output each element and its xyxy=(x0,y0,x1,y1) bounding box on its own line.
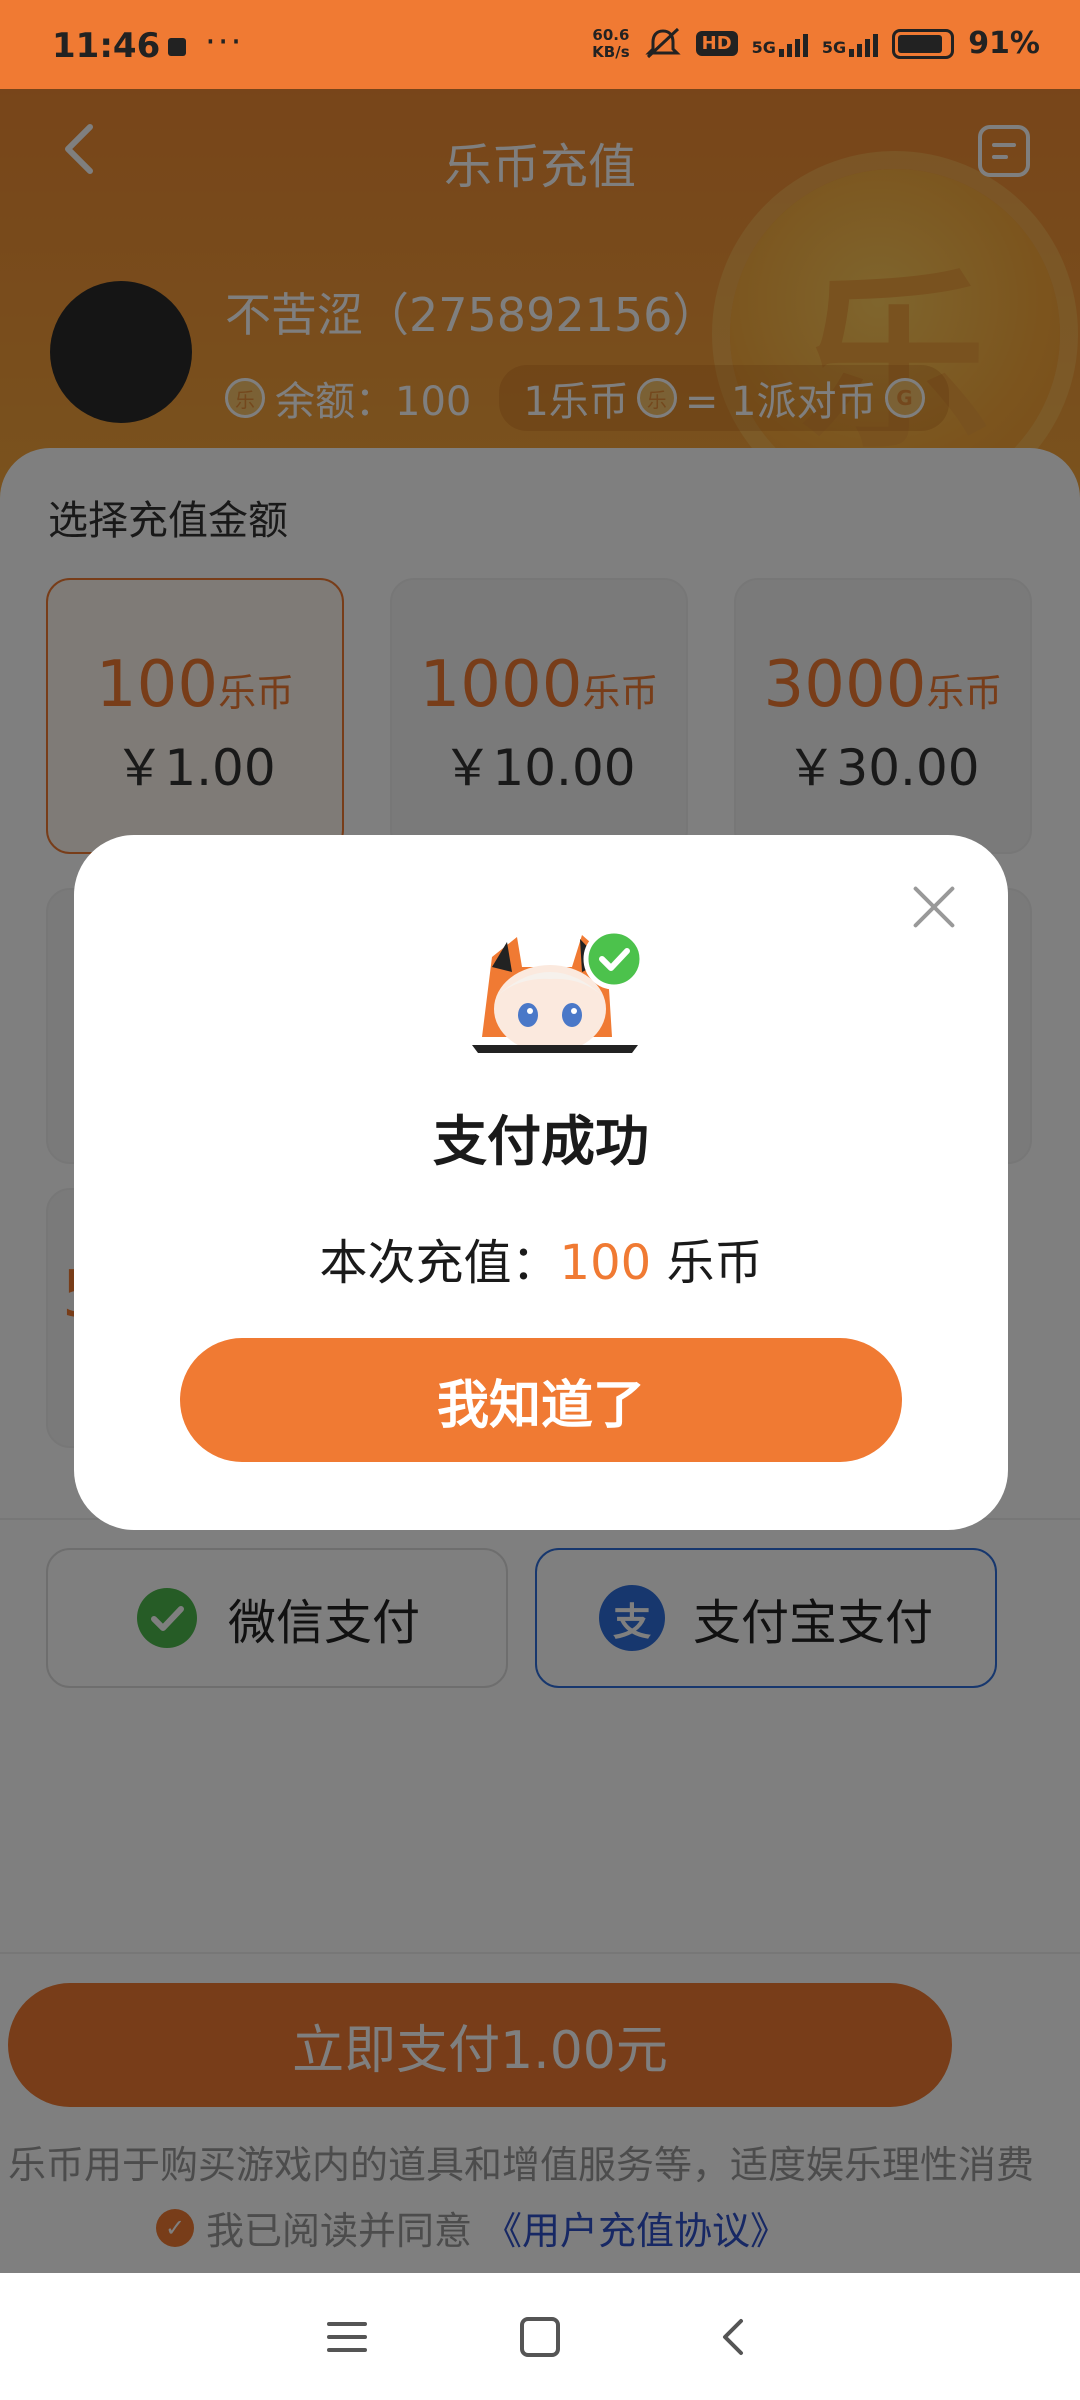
status-icons: 60.6 KB/s HD 5G 5G 91% xyxy=(592,26,1040,61)
nav-back-icon[interactable] xyxy=(713,2317,753,2357)
notification-icon xyxy=(168,38,186,56)
signal-2: 5G xyxy=(822,31,879,57)
recent-apps-icon[interactable] xyxy=(326,2320,367,2354)
battery-percent: 91% xyxy=(968,26,1040,61)
signal-1: 5G xyxy=(752,31,808,57)
close-icon[interactable] xyxy=(910,883,958,931)
status-bar: 11:46 ··· 60.6 KB/s HD 5G 5G 91% xyxy=(0,0,1080,89)
payment-success-dialog: 支付成功 本次充值：100 乐币 我知道了 xyxy=(74,835,1008,1530)
dialog-amount: 本次充值：100 乐币 xyxy=(319,1235,763,1291)
signal-bars-icon xyxy=(778,31,808,57)
status-time: 11:46 xyxy=(52,26,161,66)
battery-icon xyxy=(892,28,955,59)
system-nav-bar xyxy=(0,2273,1080,2400)
mascot-image xyxy=(472,928,645,1053)
mute-icon xyxy=(645,27,681,58)
net-speed: 60.6 KB/s xyxy=(592,25,630,61)
ok-button[interactable]: 我知道了 xyxy=(180,1338,902,1462)
recharge-amount-value: 100 xyxy=(559,1235,652,1291)
more-notifications-icon: ··· xyxy=(205,22,244,62)
hd-icon: HD xyxy=(695,31,738,56)
signal-bars-icon xyxy=(849,31,879,57)
home-icon[interactable] xyxy=(519,2316,560,2357)
dialog-title: 支付成功 xyxy=(433,1110,649,1173)
screen: 11:46 ··· 60.6 KB/s HD 5G 5G 91% 支付成功 本次… xyxy=(0,0,1080,2400)
